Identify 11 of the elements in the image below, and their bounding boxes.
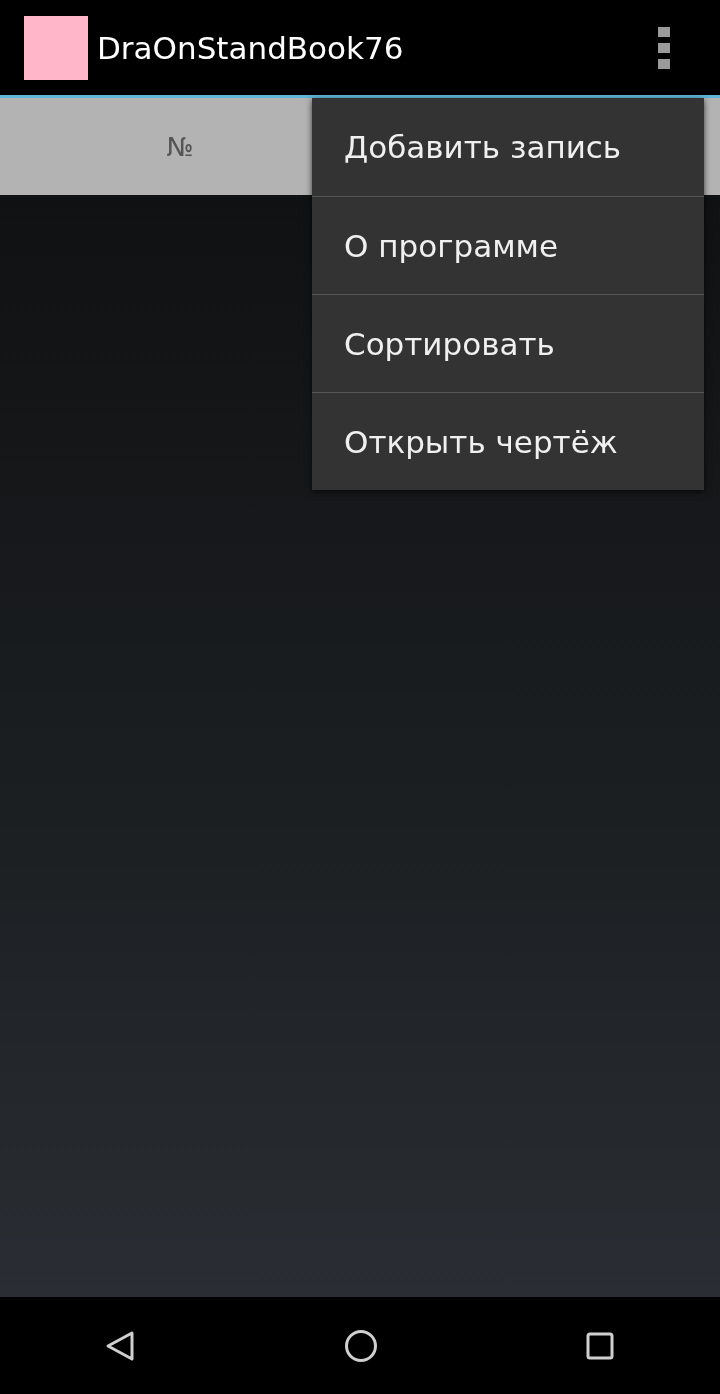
menu-item[interactable]: Сортировать [312, 294, 704, 392]
menu-item[interactable]: Открыть чертёж [312, 392, 704, 490]
back-icon[interactable] [105, 1329, 135, 1362]
app-title: DraOnStandBook76 [97, 29, 405, 66]
recents-icon[interactable] [586, 1331, 614, 1360]
menu-item[interactable]: Добавить запись [312, 98, 704, 196]
app-logo-icon [24, 15, 88, 80]
overflow-menu-icon[interactable] [658, 26, 670, 69]
menu-item[interactable]: О программе [312, 196, 704, 294]
column-header: № [166, 131, 194, 162]
home-icon[interactable] [343, 1328, 378, 1363]
